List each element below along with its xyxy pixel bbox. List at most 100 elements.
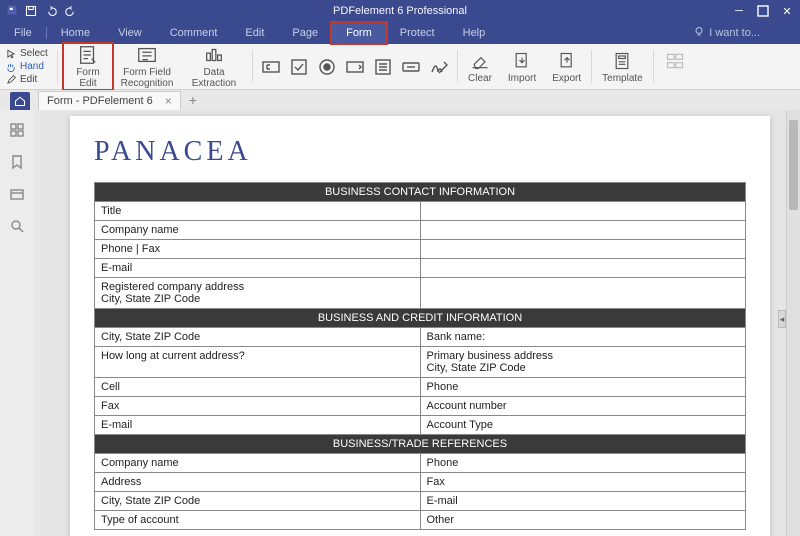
menu-view[interactable]: View <box>104 23 156 43</box>
field-s3-l4: Type of account <box>95 511 421 530</box>
qat-redo-icon[interactable] <box>64 4 78 18</box>
field-s2-l3: Cell <box>95 378 421 397</box>
menu-form[interactable]: Form <box>332 23 386 43</box>
field-s3-l3: City, State ZIP Code <box>95 492 421 511</box>
value-regaddress[interactable] <box>420 278 746 309</box>
signature-icon[interactable] <box>429 57 449 77</box>
field-phonefax: Phone | Fax <box>95 240 421 259</box>
add-tab-button[interactable]: + <box>181 90 205 110</box>
field-s2-r1: Bank name: <box>420 328 746 347</box>
close-tab-icon[interactable]: × <box>165 94 172 108</box>
attachment-icon[interactable] <box>9 186 25 202</box>
combobox-icon[interactable] <box>345 57 365 77</box>
search-icon[interactable] <box>9 218 25 234</box>
thumbnails-icon[interactable] <box>9 122 25 138</box>
field-s2-r5: Account Type <box>420 416 746 435</box>
ribbon-export-label: Export <box>552 73 581 84</box>
ribbon-form-field-recognition[interactable]: Form Field Recognition <box>116 44 178 89</box>
minimize-button[interactable]: ─ <box>732 4 746 18</box>
tool-select-label: Select <box>20 48 48 59</box>
ribbon-more[interactable] <box>656 44 694 89</box>
i-want-to-label: I want to... <box>709 27 760 39</box>
expand-right-pane-icon[interactable]: ◂ <box>778 310 786 328</box>
text-field-icon[interactable] <box>261 57 281 77</box>
close-button[interactable]: ✕ <box>780 4 794 18</box>
ribbon-de-label: Data Extraction <box>186 67 242 89</box>
radio-icon[interactable] <box>317 57 337 77</box>
vertical-scrollbar[interactable] <box>786 110 800 536</box>
scrollbar-thumb[interactable] <box>789 120 798 210</box>
ribbon-form-edit-label: Form Edit <box>68 67 108 89</box>
app-title: PDFelement 6 Professional <box>333 5 467 17</box>
field-s2-r4: Account number <box>420 397 746 416</box>
menu-page[interactable]: Page <box>278 23 332 43</box>
document-heading: PANACEA <box>94 136 746 168</box>
document-area[interactable]: PANACEA BUSINESS CONTACT INFORMATION Tit… <box>40 110 786 536</box>
left-rail <box>0 110 34 536</box>
document-tab-label: Form - PDFelement 6 <box>47 95 153 107</box>
ribbon-export[interactable]: Export <box>544 44 589 89</box>
tool-select[interactable]: Select <box>6 48 55 59</box>
ribbon-ffr-label: Form Field Recognition <box>121 67 174 89</box>
maximize-button[interactable] <box>756 4 770 18</box>
import-icon <box>511 50 533 72</box>
field-s2-l2: How long at current address? <box>95 347 421 378</box>
section-header-3: BUSINESS/TRADE REFERENCES <box>95 435 746 454</box>
ribbon-import[interactable]: Import <box>500 44 544 89</box>
ribbon-data-extraction[interactable]: Data Extraction <box>178 44 250 89</box>
bookmark-icon[interactable] <box>9 154 25 170</box>
home-tab-button[interactable] <box>10 92 30 110</box>
ribbon-form-edit[interactable]: Form Edit <box>60 44 116 89</box>
tool-edit[interactable]: Edit <box>6 74 55 85</box>
ribbon-clear[interactable]: Clear <box>460 44 500 89</box>
ribbon: Select Hand Edit Form Edit Form Field Re… <box>0 44 800 90</box>
menu-comment[interactable]: Comment <box>156 23 232 43</box>
ribbon-clear-label: Clear <box>468 73 492 84</box>
form-field-recognition-icon <box>136 44 158 66</box>
ribbon-import-label: Import <box>508 73 536 84</box>
pdf-page: PANACEA BUSINESS CONTACT INFORMATION Tit… <box>70 116 770 536</box>
tool-hand-label: Hand <box>20 61 44 72</box>
field-regaddress: Registered company address City, State Z… <box>95 278 421 309</box>
menu-edit[interactable]: Edit <box>231 23 278 43</box>
form-table: BUSINESS CONTACT INFORMATION Title Compa… <box>94 182 746 530</box>
value-title[interactable] <box>420 202 746 221</box>
field-s3-r4: Other <box>420 511 746 530</box>
field-s2-r3: Phone <box>420 378 746 397</box>
clear-icon <box>469 50 491 72</box>
menu-help[interactable]: Help <box>449 23 500 43</box>
ribbon-template[interactable]: Template <box>594 44 651 89</box>
ribbon-template-label: Template <box>602 73 643 84</box>
export-icon <box>556 50 578 72</box>
menu-home[interactable]: Home <box>47 23 104 43</box>
app-logo-icon <box>6 4 18 19</box>
field-s3-l2: Address <box>95 473 421 492</box>
menu-file[interactable]: File <box>0 23 46 43</box>
template-icon <box>611 50 633 72</box>
field-s2-l5: E-mail <box>95 416 421 435</box>
field-company: Company name <box>95 221 421 240</box>
field-s3-l1: Company name <box>95 454 421 473</box>
document-tab-bar: Form - PDFelement 6 × + <box>0 90 800 110</box>
field-s2-l1: City, State ZIP Code <box>95 328 421 347</box>
section-header-1: BUSINESS CONTACT INFORMATION <box>95 183 746 202</box>
field-s2-l4: Fax <box>95 397 421 416</box>
menu-protect[interactable]: Protect <box>386 23 449 43</box>
value-phonefax[interactable] <box>420 240 746 259</box>
button-tool-icon[interactable] <box>401 57 421 77</box>
field-s3-r1: Phone <box>420 454 746 473</box>
form-edit-icon <box>77 44 99 66</box>
value-email[interactable] <box>420 259 746 278</box>
listbox-icon[interactable] <box>373 57 393 77</box>
i-want-to[interactable]: I want to... <box>693 26 800 41</box>
menu-form-label: Form <box>346 27 372 39</box>
field-s3-r2: Fax <box>420 473 746 492</box>
value-company[interactable] <box>420 221 746 240</box>
qat-save-icon[interactable] <box>24 4 38 18</box>
title-bar: PDFelement 6 Professional ─ ✕ <box>0 0 800 22</box>
qat-undo-icon[interactable] <box>44 4 58 18</box>
tool-hand[interactable]: Hand <box>6 61 55 72</box>
document-tab[interactable]: Form - PDFelement 6 × <box>38 91 181 110</box>
workspace: ▸ PANACEA BUSINESS CONTACT INFORMATION T… <box>0 110 800 536</box>
checkbox-icon[interactable] <box>289 57 309 77</box>
